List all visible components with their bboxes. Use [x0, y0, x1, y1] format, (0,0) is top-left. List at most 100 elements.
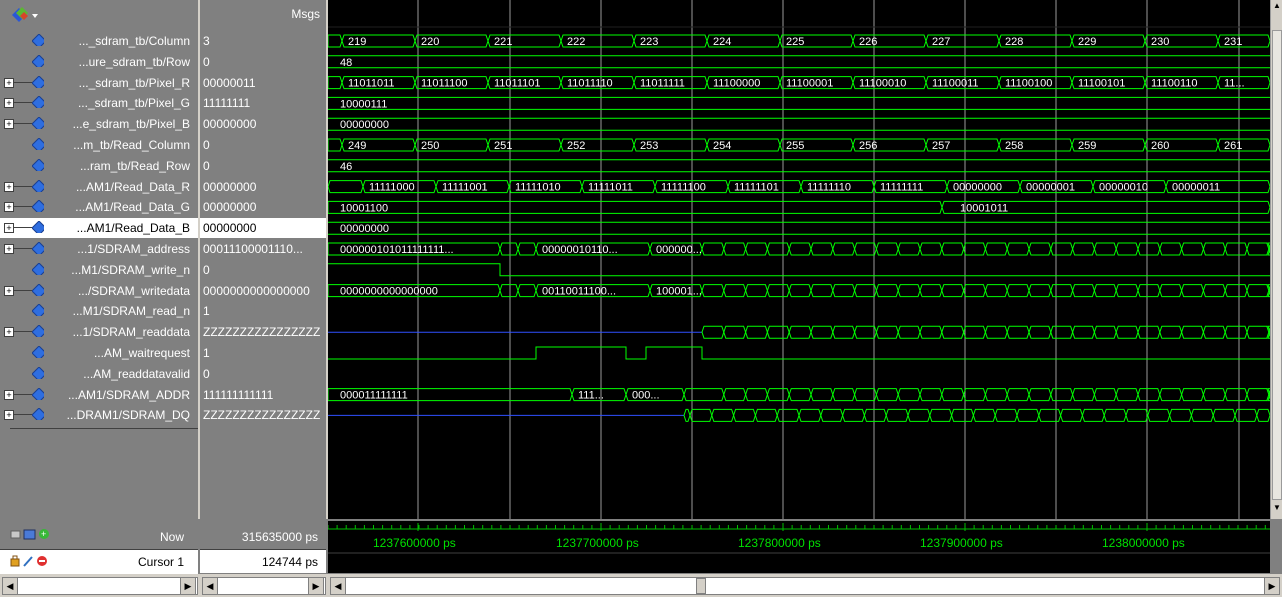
bus-value-label: 219	[348, 36, 366, 48]
signal-row[interactable]: ..._sdram_tb/Column	[0, 31, 198, 51]
signal-row[interactable]: + ..._sdram_tb/Pixel_R	[0, 73, 198, 93]
signal-row[interactable]: ...ram_tb/Read_Row	[0, 156, 198, 176]
signal-row[interactable]: + ...AM1/Read_Data_R	[0, 177, 198, 197]
bus-value-label: 255	[786, 140, 804, 152]
signal-row[interactable]: + ..._sdram_tb/Pixel_G	[0, 93, 198, 113]
bus-segment	[788, 242, 812, 256]
scroll-thumb[interactable]	[1272, 30, 1282, 500]
signal-row[interactable]: ...AM_waitrequest	[0, 343, 198, 363]
bus-segment	[929, 408, 953, 422]
scroll-up-icon[interactable]: ▲	[1272, 1, 1282, 15]
wave-hscroll[interactable]	[330, 577, 1280, 595]
expand-plus-icon[interactable]: +	[4, 202, 14, 213]
expand-plus-icon[interactable]: +	[4, 244, 14, 254]
scroll-right-icon[interactable]: ▶	[1264, 577, 1280, 595]
bus-segment	[499, 242, 519, 256]
now-row: + Now	[0, 521, 198, 547]
bus-value-label: 258	[1005, 140, 1023, 152]
scroll-left-icon[interactable]: ◀	[2, 577, 18, 595]
signal-value: 0	[203, 54, 210, 69]
signal-row[interactable]: + ...AM1/SDRAM_ADDR	[0, 385, 198, 405]
bus-value-label: 11100001	[786, 78, 833, 90]
bus-value-label: 11111001	[442, 182, 488, 194]
cursor-row[interactable]: Cursor 1	[0, 549, 198, 574]
bus-segment	[788, 388, 812, 402]
bus-value-label: 256	[859, 140, 877, 152]
signal-row[interactable]: + ...AM1/Read_Data_B	[0, 218, 198, 239]
expand-plus-icon[interactable]: +	[4, 389, 14, 400]
expand-plus-icon[interactable]: +	[4, 285, 14, 296]
signal-row[interactable]: ...m_tb/Read_Column	[0, 135, 198, 155]
waveform-menu-icon[interactable]	[10, 5, 40, 23]
signal-row[interactable]: + ...e_sdram_tb/Pixel_B	[0, 114, 198, 134]
scroll-right-icon[interactable]: ▶	[180, 577, 196, 595]
bus-segment	[885, 408, 909, 422]
expand-plus-icon[interactable]: +	[4, 410, 14, 421]
bus-segment	[907, 408, 931, 422]
scroll-right-icon[interactable]: ▶	[308, 577, 324, 595]
vertical-scrollbar[interactable]: ▲ ▼	[1270, 0, 1282, 519]
signal-row[interactable]: + ...AM1/Read_Data_G	[0, 197, 198, 217]
bus-value-label: 00000000	[953, 182, 1002, 194]
bus-segment	[1169, 408, 1192, 422]
waveform-area[interactable]: 219 220 221 222 223 224 225 226 227 228 229 230 231 4…	[327, 0, 1272, 519]
signal-diamond-icon	[32, 262, 44, 275]
time-label: 1238000000 ps	[1102, 536, 1185, 550]
expand-plus-icon[interactable]: +	[4, 77, 14, 88]
wave-hscroll-thumb[interactable]	[696, 578, 706, 594]
scroll-down-icon[interactable]: ▼	[1272, 503, 1282, 517]
expand-plus-icon[interactable]: +	[4, 181, 14, 192]
bus-segment	[1115, 325, 1139, 339]
now-icons[interactable]: +	[10, 527, 60, 541]
expand-plus-icon[interactable]: +	[4, 98, 14, 109]
signal-row[interactable]: ...M1/SDRAM_read_n	[0, 301, 198, 321]
bus-segment	[972, 408, 996, 422]
signal-row[interactable]: + ...DRAM1/SDRAM_DQ	[0, 405, 198, 425]
bus-value-label: 11111101	[734, 182, 779, 194]
bus-segment	[863, 408, 887, 422]
bus-segment	[1246, 325, 1270, 339]
bus-segment	[1137, 284, 1161, 298]
signal-value: 00000011	[203, 75, 256, 90]
bus-segment	[723, 388, 747, 402]
bus-segment	[1093, 284, 1117, 298]
tree-connector	[14, 185, 32, 187]
signal-name: .../SDRAM_writedata	[77, 283, 190, 298]
bus-segment	[1006, 325, 1030, 339]
signal-row[interactable]: ...AM_readdatavalid	[0, 364, 198, 384]
scroll-left-icon[interactable]: ◀	[330, 577, 346, 595]
expand-plus-icon[interactable]: +	[4, 119, 14, 130]
bus-segment	[1028, 284, 1052, 298]
bus-segment	[1006, 388, 1030, 402]
cursor-icons[interactable]	[10, 554, 60, 568]
bus-segment	[1256, 408, 1271, 422]
bus-segment	[701, 242, 725, 256]
signal-value: 1	[203, 346, 210, 360]
signal-row[interactable]: + ...1/SDRAM_address	[0, 239, 198, 259]
bus-value-label: 260	[1151, 140, 1169, 152]
value-list[interactable]: 3 0 00000011 11111111 00000000 0 0 00000000 0000…	[200, 27, 328, 519]
expand-plus-icon[interactable]: +	[4, 327, 14, 338]
bus-value-label: 229	[1078, 36, 1096, 48]
signal-hscroll[interactable]	[2, 577, 198, 595]
bus-value-label: 000011111111	[340, 390, 408, 402]
signal-row[interactable]: + .../SDRAM_writedata	[0, 281, 198, 301]
bus-segment	[1190, 408, 1214, 422]
signal-value: 00000000	[200, 218, 326, 239]
signal-row[interactable]: ...ure_sdram_tb/Row	[0, 52, 198, 72]
signal-diamond-icon	[32, 75, 44, 88]
bus-value-label: 220	[421, 36, 439, 48]
bus-segment	[723, 325, 747, 339]
bus-segment	[683, 388, 725, 402]
bus-value-label: 000000...	[656, 244, 702, 256]
expand-plus-icon[interactable]: +	[4, 223, 14, 234]
bus-segment	[842, 408, 865, 422]
bus-segment	[941, 325, 965, 339]
bus-segment	[754, 408, 778, 422]
signal-list[interactable]: ..._sdram_tb/Column ...ure_sdram_tb/Row +.…	[0, 27, 200, 519]
signal-row[interactable]: ...M1/SDRAM_write_n	[0, 260, 198, 280]
waveform-canvas[interactable]: 219 220 221 222 223 224 225 226 227 228 229 230 231 4…	[327, 0, 1272, 519]
signal-row[interactable]: + ...1/SDRAM_readdata	[0, 322, 198, 342]
scroll-left-icon[interactable]: ◀	[202, 577, 218, 595]
bus-value-label: 00000010110...	[542, 244, 618, 256]
